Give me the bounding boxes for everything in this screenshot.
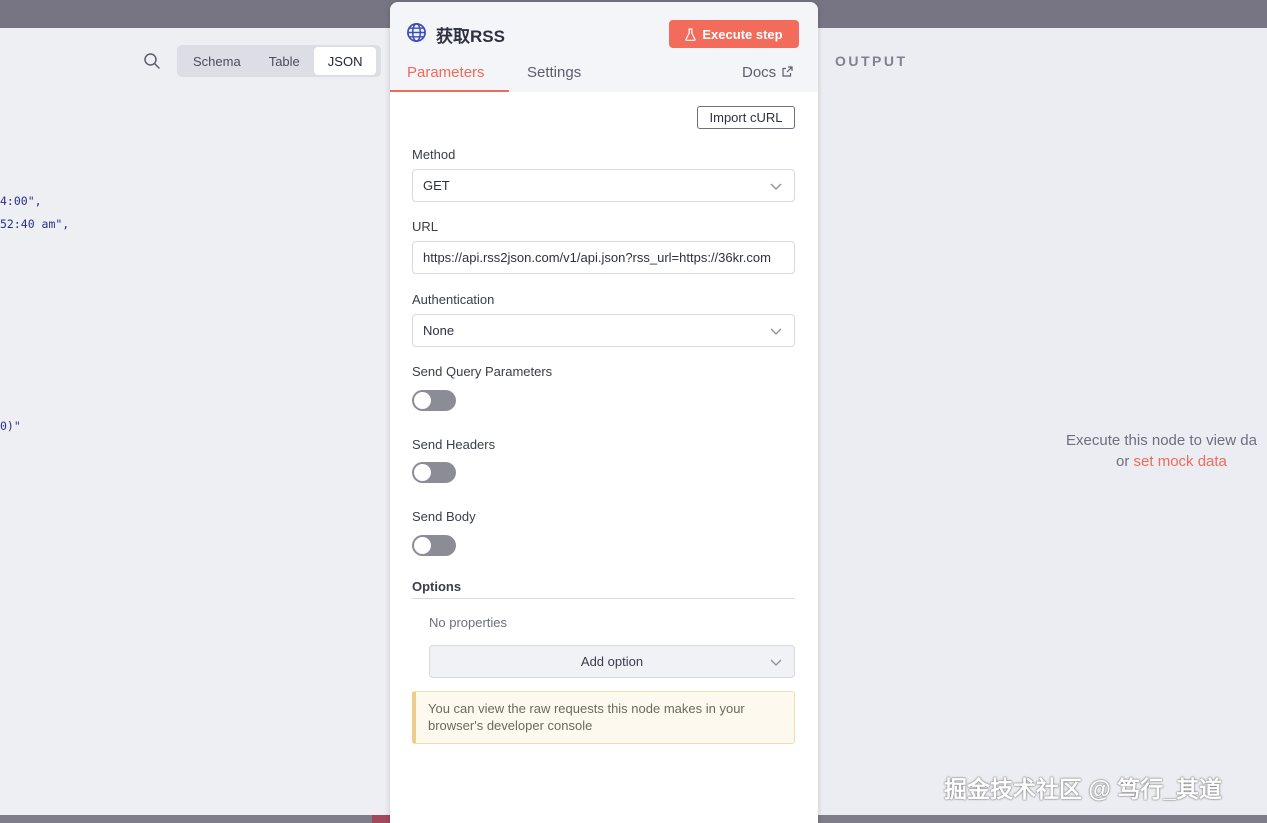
watermark: 掘金技术社区 @ 笃行_其道 bbox=[944, 776, 1222, 802]
json-line: 52:40 am", bbox=[0, 217, 70, 231]
options-label: Options bbox=[412, 579, 462, 594]
json-line: 0)" bbox=[0, 419, 21, 433]
output-panel-title: OUTPUT bbox=[835, 53, 908, 69]
send-body-label: Send Body bbox=[412, 509, 476, 524]
authentication-label: Authentication bbox=[412, 292, 495, 307]
json-line: 4:00", bbox=[0, 194, 42, 208]
node-settings-modal: 获取RSS Execute step Parameters Settings D… bbox=[390, 2, 818, 823]
active-tab-indicator bbox=[390, 90, 509, 92]
no-properties-text: No properties bbox=[429, 615, 508, 630]
url-value: https://api.rss2json.com/v1/api.json?rss… bbox=[423, 250, 771, 265]
tab-settings[interactable]: Settings bbox=[527, 64, 581, 92]
developer-console-notice: You can view the raw requests this node … bbox=[412, 691, 795, 744]
tab-docs[interactable]: Docs bbox=[742, 64, 793, 92]
authentication-select[interactable]: None bbox=[412, 314, 795, 347]
set-mock-data-link[interactable]: set mock data bbox=[1134, 453, 1227, 470]
tab-parameters[interactable]: Parameters bbox=[407, 64, 485, 92]
authentication-value: None bbox=[423, 323, 455, 338]
method-label: Method bbox=[412, 147, 456, 162]
globe-icon bbox=[407, 23, 426, 42]
send-body-toggle[interactable] bbox=[412, 535, 456, 556]
view-table-tab[interactable]: Table bbox=[255, 47, 314, 75]
output-empty-or: or bbox=[1116, 453, 1134, 470]
node-title[interactable]: 获取RSS bbox=[436, 22, 505, 47]
send-headers-label: Send Headers bbox=[412, 437, 496, 452]
toggle-knob bbox=[414, 464, 431, 481]
send-query-toggle[interactable] bbox=[412, 390, 456, 411]
view-schema-tab[interactable]: Schema bbox=[179, 47, 255, 75]
chevron-down-icon bbox=[770, 183, 782, 190]
tab-docs-label: Docs bbox=[742, 64, 777, 81]
execute-step-button[interactable]: Execute step bbox=[669, 20, 799, 48]
flask-icon bbox=[685, 27, 697, 41]
add-option-select[interactable]: Add option bbox=[429, 645, 795, 678]
send-query-label: Send Query Parameters bbox=[412, 364, 553, 379]
method-select[interactable]: GET bbox=[412, 169, 795, 202]
toggle-knob bbox=[414, 392, 431, 409]
output-empty-message: Execute this node to view da bbox=[1066, 432, 1257, 449]
execute-step-label: Execute step bbox=[702, 26, 783, 42]
options-divider bbox=[412, 598, 795, 599]
view-json-tab[interactable]: JSON bbox=[313, 47, 377, 75]
toggle-knob bbox=[414, 537, 431, 554]
url-label: URL bbox=[412, 219, 439, 234]
input-panel bbox=[0, 28, 390, 815]
chevron-down-icon bbox=[770, 328, 782, 335]
output-empty-state: Execute this node to view da or set mock… bbox=[1066, 430, 1267, 472]
method-value: GET bbox=[423, 178, 450, 193]
modal-header: 获取RSS Execute step Parameters Settings D… bbox=[390, 2, 818, 92]
bottom-bar-accent bbox=[372, 815, 390, 823]
import-curl-button[interactable]: Import cURL bbox=[697, 106, 795, 129]
send-headers-toggle[interactable] bbox=[412, 462, 456, 483]
search-icon[interactable] bbox=[143, 52, 161, 70]
add-option-label: Add option bbox=[580, 654, 644, 669]
view-switcher: Schema Table JSON bbox=[177, 45, 381, 77]
external-link-icon bbox=[782, 66, 793, 77]
url-input[interactable]: https://api.rss2json.com/v1/api.json?rss… bbox=[412, 241, 795, 274]
chevron-down-icon bbox=[770, 659, 782, 666]
